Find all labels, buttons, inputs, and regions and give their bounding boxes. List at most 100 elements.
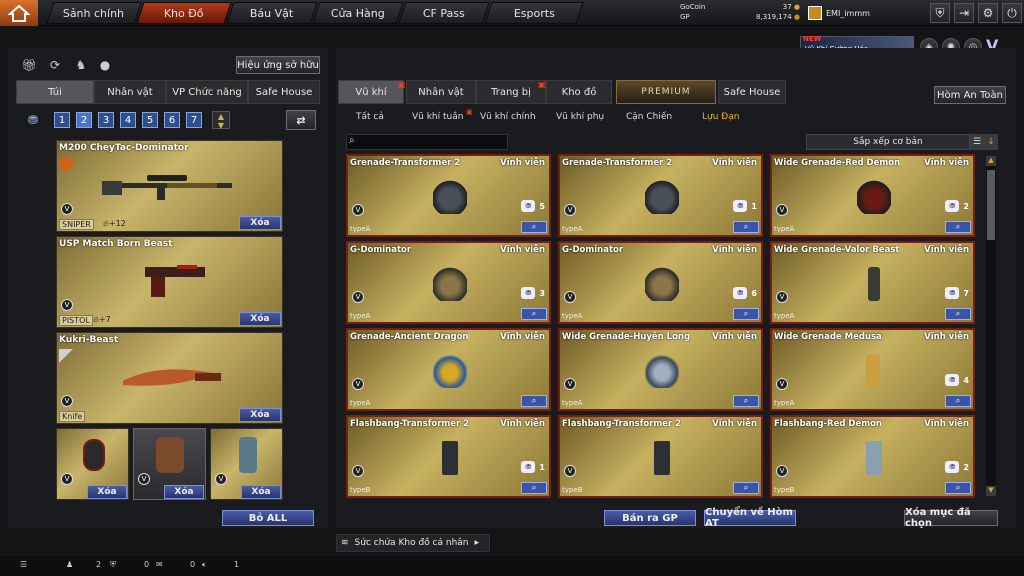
weapon-card[interactable]: USP Match Born Beast V PISTOL 🔥︎+7 Xóa — [56, 236, 283, 328]
item-card[interactable]: Grenade-Ancient Dragon Vĩnh viễn V typeA… — [346, 328, 551, 411]
nav-tab-lobby[interactable]: Sảnh chính — [46, 2, 142, 24]
weapon-name: M200 CheyTac-Dominator — [59, 143, 189, 153]
nav-tab-esports[interactable]: Esports — [484, 2, 584, 24]
search-icon[interactable]: ⌕ — [945, 395, 971, 407]
item-card[interactable]: Flashbang-Transformer 2 Vĩnh viễn V type… — [558, 415, 763, 498]
page-1[interactable]: 1 — [54, 112, 70, 128]
grenade-icon[interactable]: ● — [96, 56, 114, 74]
search-icon[interactable]: ⌕ — [521, 221, 547, 233]
delete-button[interactable]: Xóa — [241, 485, 281, 499]
list-view-icon[interactable]: ☰ — [970, 134, 984, 150]
nav-tab-treasure[interactable]: Báu Vật — [226, 2, 318, 24]
page-6[interactable]: 6 — [164, 112, 180, 128]
delete-button[interactable]: Xóa — [239, 216, 281, 230]
search-icon[interactable]: ⌕ — [733, 395, 759, 407]
page-5[interactable]: 5 — [142, 112, 158, 128]
scroll-down-icon[interactable]: ▼ — [986, 486, 996, 496]
scrollbar[interactable]: ▲ ▼ — [986, 156, 996, 496]
item-card[interactable]: G-Dominator Vĩnh viễn V ⛃ 3 typeA ⌕ — [346, 241, 551, 324]
tab-weapon[interactable]: Vũ khí — [338, 80, 404, 104]
item-card[interactable]: Wide Grenade-Valor Beast Vĩnh viễn V ⛃ 7 … — [770, 241, 975, 324]
tab-equipment[interactable]: Trang bị — [476, 80, 546, 104]
sort-order-icon[interactable]: ↓ — [984, 134, 998, 150]
character-icon[interactable]: ♞ — [72, 56, 90, 74]
gear-icon[interactable]: ⚙ — [978, 3, 998, 23]
home-button[interactable] — [0, 0, 38, 26]
subtab-secondary[interactable]: Vũ khí phụ — [556, 110, 604, 124]
search-icon[interactable]: ⌕ — [945, 221, 971, 233]
item-card[interactable]: Grenade-Transformer 2 Vĩnh viễn V ⛃ 1 typ… — [558, 154, 763, 237]
owned-effect-button[interactable]: Hiệu ứng sở hữu — [236, 56, 320, 74]
delete-button[interactable]: Xóa — [239, 312, 281, 326]
exit-icon[interactable]: ⇥ — [954, 3, 974, 23]
safe-box-button[interactable]: Hòm An Toàn — [934, 86, 1006, 104]
capacity-bar[interactable]: ≋ Sức chứa Kho đồ cá nhân ▸ — [336, 534, 490, 552]
gift-icon[interactable]: 🎁︎ — [20, 56, 38, 74]
tab-safe-house[interactable]: Safe House — [248, 80, 320, 104]
item-card[interactable]: Grenade-Transformer 2 Vĩnh viễn V ⛃ 5 typ… — [346, 154, 551, 237]
remove-all-button[interactable]: Bỏ ALL — [222, 510, 314, 526]
page-4[interactable]: 4 — [120, 112, 136, 128]
subtab-primary[interactable]: Vũ khí chính — [480, 110, 536, 124]
tab-safe-house-r[interactable]: Safe House — [718, 80, 786, 104]
item-card[interactable]: Flashbang-Red Demon Vĩnh viễn V ⛃ 2 typeB… — [770, 415, 975, 498]
user-profile[interactable]: EMI_immm — [808, 4, 918, 22]
page-7[interactable]: 7 — [186, 112, 202, 128]
small-item-card[interactable]: V Xóa — [133, 428, 206, 500]
search-icon[interactable]: ⌕ — [521, 395, 547, 407]
search-icon[interactable]: ⌕ — [521, 308, 547, 320]
subtab-melee[interactable]: Cận Chiến — [626, 110, 672, 124]
page-2[interactable]: 2 — [76, 112, 92, 128]
tab-character[interactable]: Nhân vật — [94, 80, 166, 104]
chat-icon[interactable]: ✉ — [156, 560, 163, 569]
search-input[interactable]: ⌕ — [346, 134, 508, 150]
grenade-image — [433, 267, 467, 301]
search-icon[interactable]: ⌕ — [733, 308, 759, 320]
delete-button[interactable]: Xóa — [164, 485, 204, 499]
tab-storage[interactable]: Kho đồ — [546, 80, 612, 104]
search-icon[interactable]: ⌕ — [945, 482, 971, 494]
weapon-card[interactable]: Kukri-Beast V Knife Xóa — [56, 332, 283, 424]
power-icon[interactable]: ⏻ — [1002, 3, 1022, 23]
sell-gp-button[interactable]: Bán ra GP — [604, 510, 696, 526]
item-card[interactable]: Flashbang-Transformer 2 Vĩnh viễn V ⛃ 1 t… — [346, 415, 551, 498]
weapon-card[interactable]: M200 CheyTac-Dominator V SNIPER 🔥︎+12 Xó… — [56, 140, 283, 232]
item-card[interactable]: Wide Grenade-Red Demon Vĩnh viễn V ⛃ 2 ty… — [770, 154, 975, 237]
menu-icon[interactable]: ☰ — [20, 560, 27, 569]
delete-button[interactable]: Xóa — [239, 408, 281, 422]
nav-tab-inventory[interactable]: Kho Đồ — [136, 2, 232, 24]
search-icon[interactable]: ⌕ — [945, 308, 971, 320]
delete-selected-button[interactable]: Xóa mục đã chọn — [904, 507, 998, 529]
page-stepper[interactable]: ▲ ▼ — [212, 111, 230, 130]
scroll-thumb[interactable] — [987, 170, 995, 240]
delete-button[interactable]: Xóa — [87, 485, 127, 499]
nav-tab-cf-pass[interactable]: CF Pass — [398, 2, 490, 24]
tab-character-r[interactable]: Nhân vật — [406, 80, 476, 104]
subtab-all[interactable]: Tất cả — [356, 110, 384, 124]
tab-premium[interactable]: PREMIUM — [616, 80, 716, 104]
transfer-icon[interactable]: ⇄ — [286, 110, 316, 130]
small-item-card[interactable]: V Xóa — [210, 428, 283, 500]
grenade-image — [645, 354, 679, 388]
sort-select[interactable]: Sắp xếp cơ bản — [806, 134, 970, 150]
tab-bag[interactable]: Túi — [16, 80, 94, 104]
subtab-weekly[interactable]: Vũ khí tuần — [412, 110, 463, 124]
item-type: typeA — [350, 225, 371, 233]
item-card[interactable]: Wide Grenade-Huyền Long Vĩnh viễn V type… — [558, 328, 763, 411]
page-3[interactable]: 3 — [98, 112, 114, 128]
search-icon[interactable]: ⌕ — [521, 482, 547, 494]
nav-tab-shop[interactable]: Cửa Hàng — [312, 2, 404, 24]
item-card[interactable]: Wide Grenade Medusa Vĩnh viễn V ⛃ 4 typeA… — [770, 328, 975, 411]
tab-function[interactable]: VP Chức năng — [166, 80, 248, 104]
badge-icon[interactable]: ⛨ — [930, 3, 950, 23]
item-card[interactable]: G-Dominator Vĩnh viễn V ⛃ 6 typeA ⌕ — [558, 241, 763, 324]
gp-value: 8,319,174 — [756, 13, 792, 21]
refresh-icon[interactable]: ⟳ — [46, 56, 64, 74]
search-icon[interactable]: ⌕ — [733, 221, 759, 233]
speaker-icon[interactable]: 🔈︎ — [202, 560, 207, 570]
subtab-grenade[interactable]: Lựu Đạn — [702, 110, 739, 124]
move-safe-button[interactable]: Chuyển về Hòm AT — [704, 507, 796, 529]
search-icon[interactable]: ⌕ — [733, 482, 759, 494]
small-item-card[interactable]: V Xóa — [56, 428, 129, 500]
scroll-up-icon[interactable]: ▲ — [986, 156, 996, 166]
